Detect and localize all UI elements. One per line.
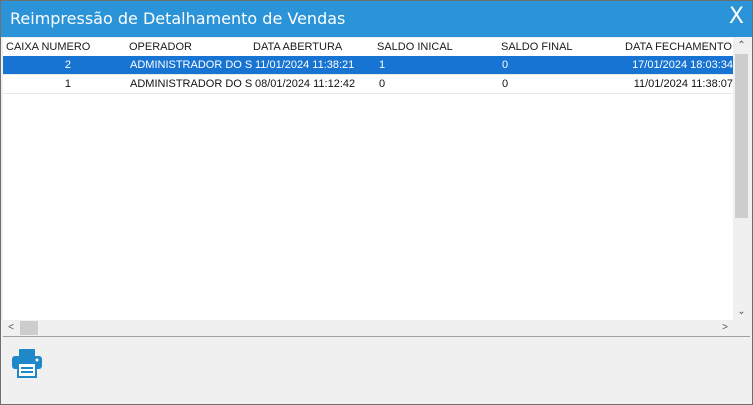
column-header-saldo-inicial[interactable]: SALDO INICAL xyxy=(377,41,453,53)
vertical-scroll-thumb[interactable] xyxy=(735,54,748,218)
horizontal-scroll-thumb[interactable] xyxy=(20,321,38,335)
cell-caixa-numero: 1 xyxy=(64,78,71,90)
column-header-saldo-final[interactable]: SALDO FINAL xyxy=(501,41,573,53)
horizontal-scrollbar[interactable]: < > xyxy=(3,320,733,336)
sales-grid: CAIXA NUMERO OPERADOR DATA ABERTURA SALD… xyxy=(3,38,750,337)
bottom-toolbar xyxy=(1,338,752,404)
cell-data-abertura: 11/01/2024 11:38:21 xyxy=(255,59,355,71)
scrollbar-corner xyxy=(733,320,750,336)
reprint-window: Reimpressão de Detalhamento de Vendas X … xyxy=(0,0,753,405)
grid-header: CAIXA NUMERO OPERADOR DATA ABERTURA SALD… xyxy=(3,38,733,57)
cell-operador: ADMINISTRADOR DO SISTEMA xyxy=(130,59,253,71)
title-bar: Reimpressão de Detalhamento de Vendas X xyxy=(1,1,752,37)
cell-operador: ADMINISTRADOR DO SISTEMA xyxy=(130,78,253,90)
column-header-data-fechamento[interactable]: DATA FECHAMENTO xyxy=(625,41,732,53)
chevron-down-icon[interactable]: ⌄ xyxy=(733,304,750,320)
print-button[interactable] xyxy=(9,346,45,380)
cell-caixa-numero: 2 xyxy=(64,59,71,71)
vertical-scrollbar[interactable]: ⌃ ⌄ xyxy=(733,38,750,320)
window-title: Reimpressão de Detalhamento de Vendas xyxy=(10,9,346,28)
cell-saldo-final: 0 xyxy=(502,78,509,90)
chevron-right-icon[interactable]: > xyxy=(717,320,733,336)
column-header-data-abertura[interactable]: DATA ABERTURA xyxy=(253,41,342,53)
cell-saldo-final: 0 xyxy=(502,59,509,71)
printer-icon xyxy=(12,349,42,378)
close-button[interactable]: X xyxy=(729,5,744,29)
cell-saldo-inicial: 1 xyxy=(379,59,386,71)
column-header-caixa-numero[interactable]: CAIXA NUMERO xyxy=(6,41,90,53)
column-header-operador[interactable]: OPERADOR xyxy=(129,41,192,53)
cell-data-fechamento: 17/01/2024 18:03:34 xyxy=(632,59,733,71)
table-row[interactable]: 1 ADMINISTRADOR DO SISTEMA 08/01/2024 11… xyxy=(3,75,733,94)
cell-data-abertura: 08/01/2024 11:12:42 xyxy=(255,78,356,90)
chevron-up-icon[interactable]: ⌃ xyxy=(733,38,750,54)
cell-data-fechamento: 11/01/2024 11:38:07 xyxy=(633,78,733,90)
grid-rows: 2 ADMINISTRADOR DO SISTEMA 11/01/2024 11… xyxy=(3,56,733,94)
cell-saldo-inicial: 0 xyxy=(379,78,386,90)
table-row[interactable]: 2 ADMINISTRADOR DO SISTEMA 11/01/2024 11… xyxy=(3,56,733,75)
chevron-left-icon[interactable]: < xyxy=(3,320,19,336)
